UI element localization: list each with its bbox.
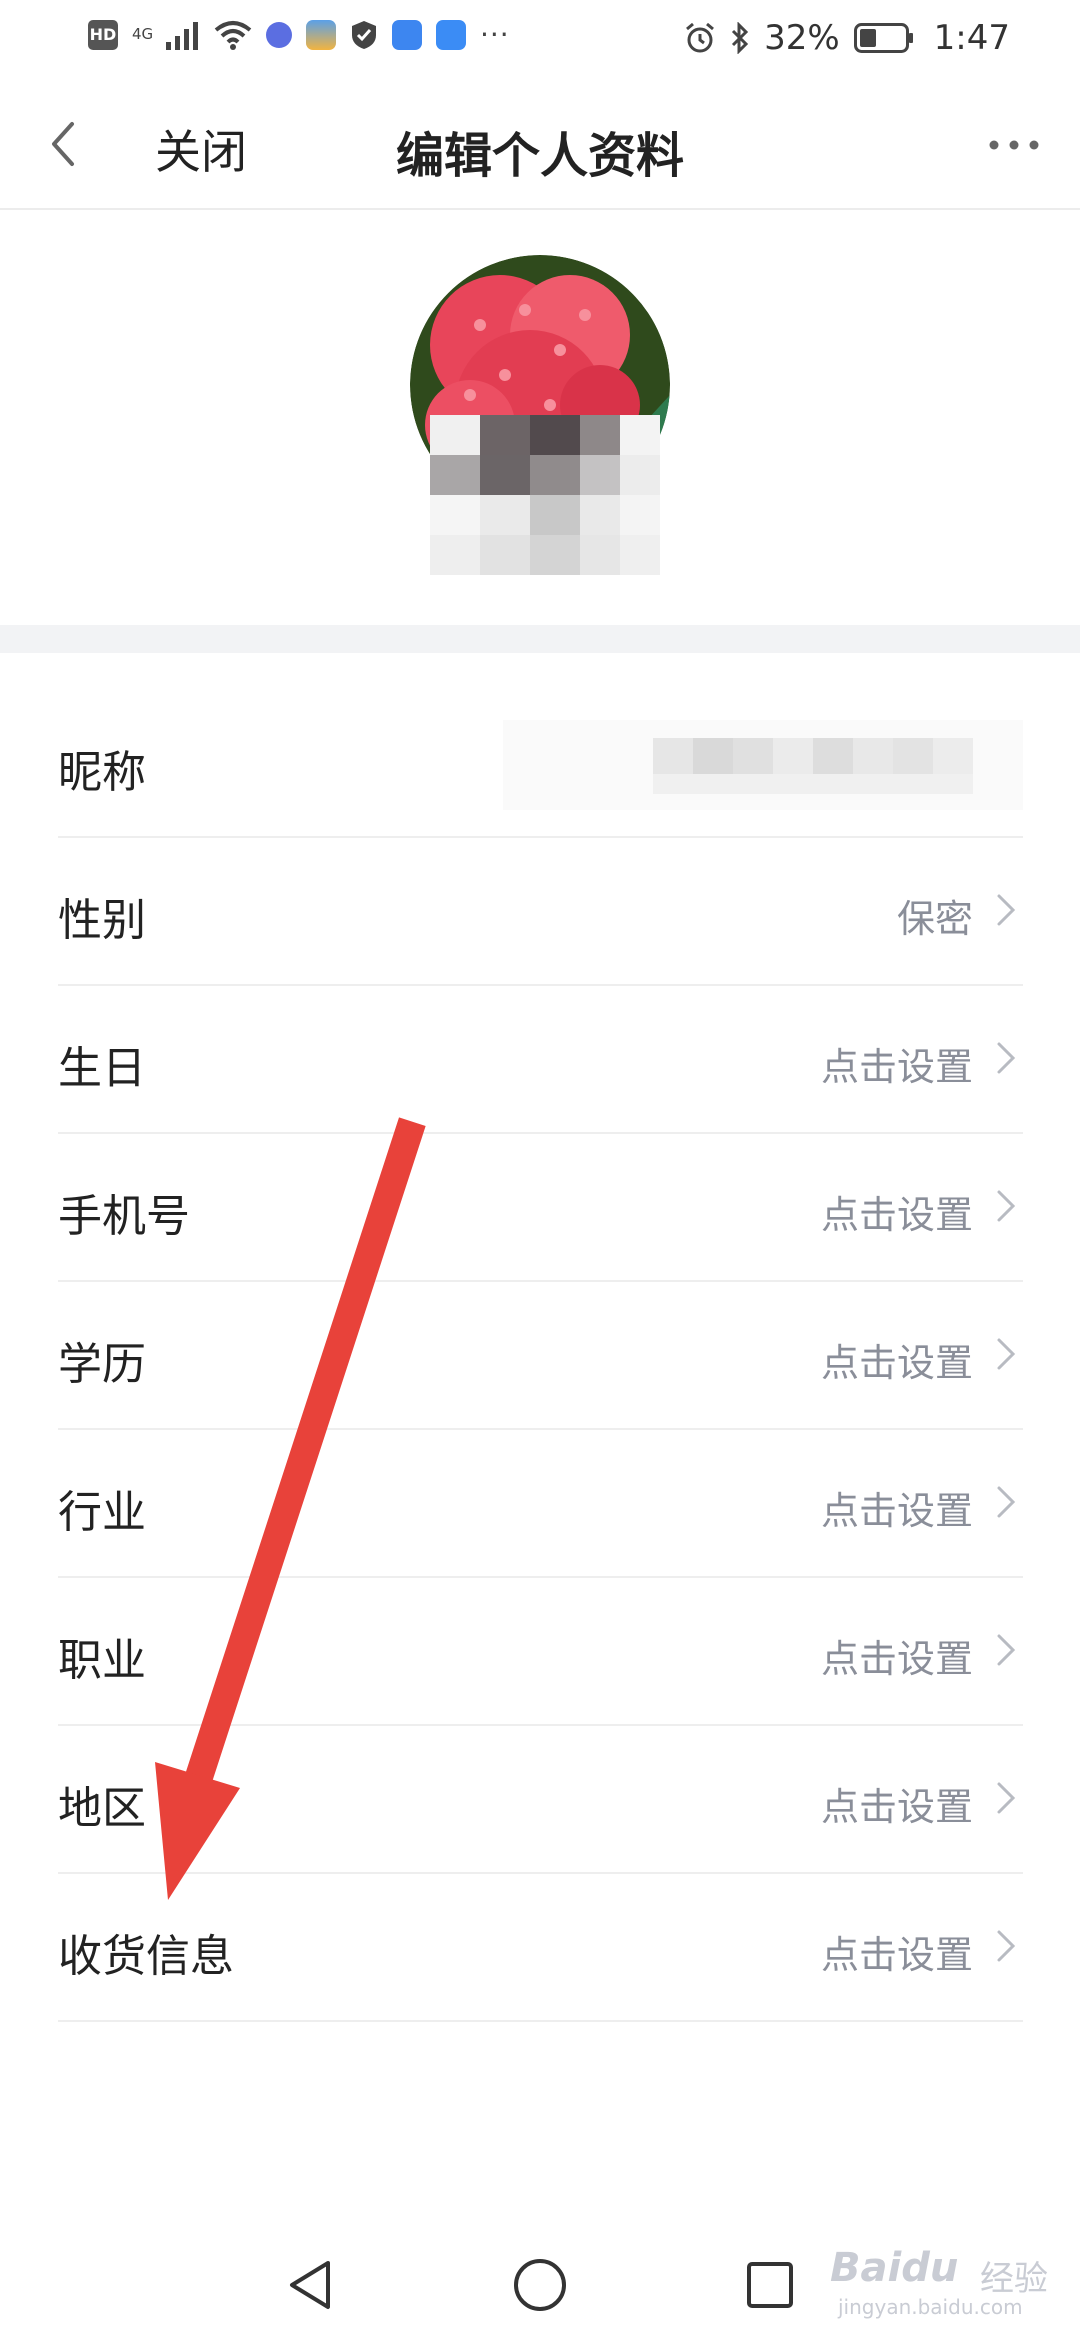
redacted-change-avatar-label (430, 415, 660, 575)
field-label: 性别 (58, 895, 146, 946)
contacts-app-icon (392, 19, 422, 50)
field-row-occupation[interactable]: 职业 点击设置 (58, 1578, 1023, 1726)
battery-icon (853, 23, 913, 53)
shield-icon (352, 20, 376, 49)
watermark-brand-cn: 经验 (980, 2259, 1048, 2299)
field-label: 学历 (58, 1339, 146, 1390)
edit-profile-screen: HD 4G ··· 32% 1:47 关闭 编辑个人资料 昵称 性别 保密 生日… (0, 0, 1080, 2340)
field-label: 昵称 (58, 747, 146, 798)
field-value: 点击设置 (820, 1489, 973, 1533)
recents-square-icon[interactable] (740, 2255, 800, 2315)
chevron-right-icon (997, 1782, 1016, 1814)
profile-header (0, 210, 1080, 625)
field-value: 点击设置 (820, 1341, 973, 1385)
more-options-icon[interactable] (986, 130, 1042, 160)
back-triangle-icon[interactable] (282, 2255, 342, 2315)
page-title: 编辑个人资料 (395, 128, 684, 184)
field-row-gender[interactable]: 性别 保密 (58, 838, 1023, 986)
field-label: 行业 (58, 1487, 146, 1538)
bluetooth-icon (732, 22, 749, 54)
field-row-phone[interactable]: 手机号 点击设置 (58, 1134, 1023, 1282)
signal-icon (166, 21, 198, 50)
field-label: 收货信息 (58, 1931, 234, 1982)
top-navigation-bar: 关闭 编辑个人资料 (0, 80, 1080, 210)
chevron-right-icon (997, 1930, 1016, 1962)
field-value: 点击设置 (820, 1637, 973, 1681)
field-label: 职业 (58, 1635, 146, 1686)
status-bar: HD 4G ··· 32% 1:47 (0, 0, 1080, 80)
field-label: 地区 (58, 1783, 146, 1834)
status-overflow-indicator: ··· (480, 18, 510, 51)
network-type-label: 4G (132, 25, 154, 43)
battery-percent: 32% (764, 18, 840, 58)
cloud-icon (436, 19, 466, 50)
field-value: 点击设置 (820, 1045, 973, 1089)
field-label: 手机号 (58, 1191, 190, 1242)
field-row-education[interactable]: 学历 点击设置 (58, 1282, 1023, 1430)
field-value: 点击设置 (820, 1785, 973, 1829)
home-circle-icon[interactable] (510, 2255, 570, 2315)
chevron-right-icon (997, 1634, 1016, 1666)
watermark-brand: Baidu (830, 2245, 959, 2291)
field-row-industry[interactable]: 行业 点击设置 (58, 1430, 1023, 1578)
field-row-region[interactable]: 地区 点击设置 (58, 1726, 1023, 1874)
field-row-birthday[interactable]: 生日 点击设置 (58, 986, 1023, 1134)
watermark-site: jingyan.baidu.com (838, 2295, 1023, 2319)
chevron-right-icon (997, 1338, 1016, 1370)
chevron-right-icon (997, 894, 1016, 926)
field-value: 点击设置 (820, 1193, 973, 1237)
hd-icon: HD (88, 19, 118, 50)
field-label: 生日 (58, 1043, 146, 1094)
wifi-icon (214, 20, 252, 50)
chevron-right-icon (997, 1486, 1016, 1518)
redacted-nickname-value (503, 720, 1023, 810)
status-time: 1:47 (933, 18, 1010, 58)
chevron-right-icon (997, 1190, 1016, 1222)
music-app-icon (266, 21, 292, 48)
section-divider (0, 625, 1080, 653)
field-row-shipping-info[interactable]: 收货信息 点击设置 (58, 1874, 1023, 2022)
field-row-nickname[interactable]: 昵称 (58, 690, 1023, 838)
field-value: 保密 (896, 897, 973, 941)
field-value: 点击设置 (820, 1933, 973, 1977)
weather-app-icon (306, 19, 336, 50)
alarm-icon (686, 22, 715, 53)
watermark: Baidu 经验 jingyan.baidu.com (820, 2215, 1060, 2319)
profile-fields-list: 昵称 性别 保密 生日 点击设置 手机号 点击设置 学历 点击设置 行业 点击设… (58, 690, 1023, 2022)
chevron-right-icon (997, 1042, 1016, 1074)
